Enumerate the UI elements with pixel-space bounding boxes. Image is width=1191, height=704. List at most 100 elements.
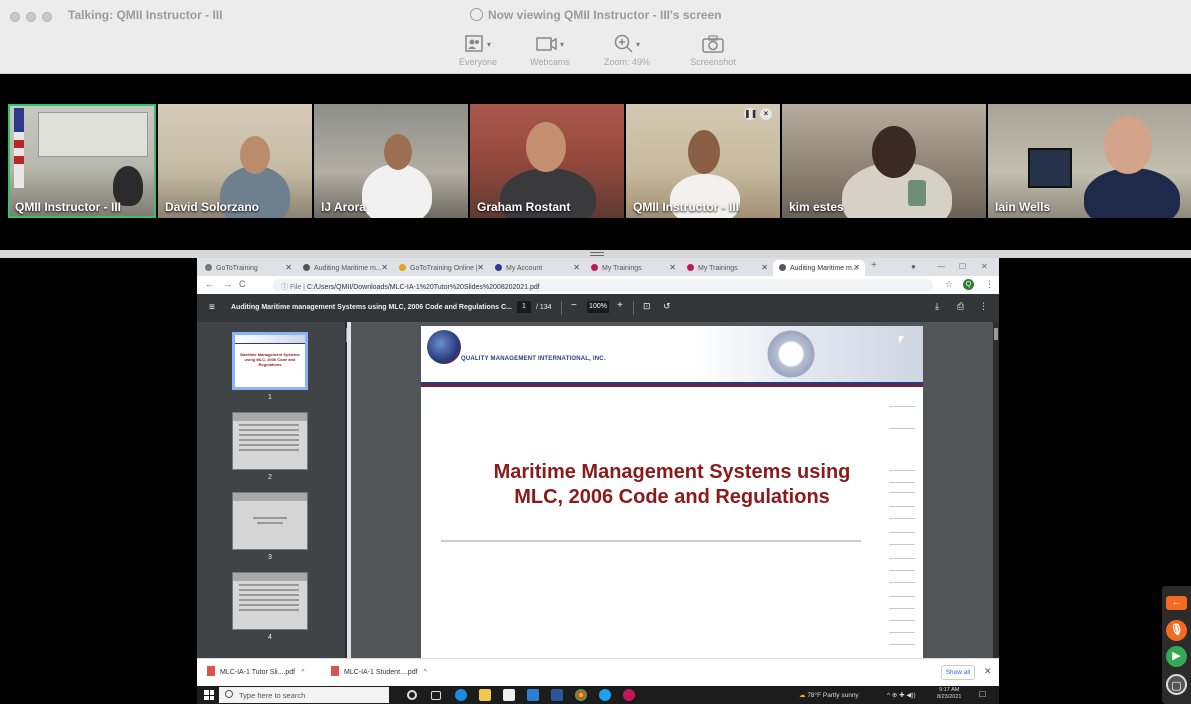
close-window-button[interactable] [10, 12, 20, 22]
microphone-icon[interactable]: 🎙 [1166, 620, 1187, 641]
zoom-button[interactable]: ▾ Zoom: 49% [592, 33, 662, 67]
zoom-window-button[interactable] [42, 12, 52, 22]
weather-widget[interactable]: ☁ 78°F Partly sunny [799, 691, 859, 699]
record-icon[interactable]: ● [911, 262, 916, 271]
gototraining-icon[interactable] [623, 689, 635, 701]
more-icon[interactable]: ⋮ [985, 279, 994, 290]
windows-start-icon[interactable] [204, 690, 214, 700]
gototraining-icon [399, 264, 406, 271]
system-tray-icons[interactable]: ^ ⊕ ✚ ◀)) [887, 691, 916, 699]
webcam-tile[interactable]: ❚❚ × QMII Instructor - III [626, 104, 780, 218]
zoom-in-icon[interactable]: + [617, 300, 623, 311]
taskbar-search-input[interactable]: Type here to search [219, 687, 389, 703]
print-icon[interactable]: ⎙ [957, 301, 964, 312]
edge-icon[interactable] [455, 689, 467, 701]
page-number-input[interactable]: 1 [517, 301, 531, 313]
window-title: Talking: QMII Instructor - III [68, 8, 223, 22]
webcams-button[interactable]: ▾ Webcams [515, 33, 585, 67]
star-icon[interactable]: ☆ [945, 279, 953, 290]
close-icon[interactable]: ✕ [981, 262, 988, 271]
minimize-icon[interactable]: — [937, 262, 945, 271]
menu-icon[interactable]: ≡ [209, 302, 215, 313]
viewer-scrollbar[interactable] [993, 322, 999, 658]
webcam-tile[interactable]: Graham Rostant [470, 104, 624, 218]
close-tab-icon[interactable]: ✕ [573, 263, 580, 272]
webcam-tile[interactable]: kim estes [782, 104, 986, 218]
head-shape [688, 130, 720, 174]
sidebar-scrollbar[interactable] [345, 322, 347, 658]
download-icon[interactable]: ⤓ [935, 301, 939, 312]
close-tab-icon[interactable]: ✕ [853, 263, 860, 272]
task-view-icon[interactable] [431, 691, 441, 700]
close-tab-icon[interactable]: ✕ [477, 263, 484, 272]
screenshot-button[interactable]: Screenshot [678, 33, 748, 67]
tab-gototraining[interactable]: GoToTraining ✕ [199, 260, 297, 276]
more-icon[interactable]: ⋮ [979, 301, 988, 312]
clock[interactable]: 9:17 AM 8/23/2021 [937, 687, 961, 701]
store-icon[interactable] [503, 689, 515, 701]
zoom-input[interactable]: 100% [587, 301, 609, 313]
forward-icon[interactable]: → [223, 279, 232, 289]
tab-auditing[interactable]: Auditing Maritime m... ✕ [297, 260, 393, 276]
word-icon[interactable] [551, 689, 563, 701]
thumbnail-number: 4 [268, 634, 272, 641]
notifications-icon[interactable]: ☐ [979, 690, 986, 699]
page-thumbnail[interactable]: Maritime Management Systems using MLC, 2… [232, 332, 308, 390]
download-item[interactable]: MLC-IA-1 Tutor Sli....pdf ^ [207, 666, 304, 676]
chevron-up-icon[interactable]: ^ [301, 669, 304, 676]
webcam-icon[interactable]: ▶ [1166, 646, 1187, 667]
windows-taskbar: Type here to search ☁ 78°F Partly sunny … [197, 686, 999, 704]
chrome-icon[interactable] [575, 689, 587, 701]
minimize-window-button[interactable] [26, 12, 36, 22]
app-root: Talking: QMII Instructor - III Now viewi… [0, 0, 1191, 704]
webcam-tile[interactable]: David Solorzano [158, 104, 312, 218]
cortana-icon[interactable] [407, 690, 417, 700]
tab-auditing-active[interactable]: Auditing Maritime m... ✕ [773, 260, 865, 276]
address-input[interactable]: ⓘ File | C:/Users/QMII/Downloads/MLC-IA-… [273, 279, 933, 292]
show-all-button[interactable]: Show all [941, 665, 975, 680]
mail-icon[interactable] [527, 689, 539, 701]
zoom-out-icon[interactable]: − [571, 300, 577, 311]
globe-icon [303, 264, 310, 271]
file-explorer-icon[interactable] [479, 689, 491, 701]
download-item[interactable]: MLC-IA-1 Student....pdf ^ [331, 666, 427, 676]
thumbnail-number: 3 [268, 554, 272, 561]
thumb-title: Maritime Management Systems using MLC, 2… [240, 352, 300, 367]
participant-name: Graham Rostant [477, 200, 571, 214]
page-thumbnail[interactable] [232, 572, 308, 630]
close-tab-icon[interactable]: ✕ [761, 263, 768, 272]
close-icon[interactable]: ✕ [984, 666, 992, 677]
webcam-tile[interactable]: Iain Wells [988, 104, 1191, 218]
pause-icon[interactable]: ❚❚ [744, 108, 757, 120]
maximize-icon[interactable]: ☐ [959, 262, 966, 271]
back-icon[interactable]: ← [205, 279, 214, 289]
close-tab-icon[interactable]: ✕ [381, 263, 388, 272]
tab-my-trainings-2[interactable]: My Trainings ✕ [681, 260, 773, 276]
arrow-left-icon[interactable]: ← [1166, 596, 1187, 610]
everyone-button[interactable]: ▾ Everyone [443, 33, 513, 67]
header-rule [421, 385, 923, 387]
close-tab-icon[interactable]: ✕ [285, 263, 292, 272]
picture-frame-shape [1028, 148, 1072, 188]
person-shape [362, 164, 432, 218]
screen-icon[interactable]: ▢ [1166, 674, 1187, 695]
rotate-icon[interactable]: ↺ [663, 301, 671, 312]
page-thumbnail[interactable] [232, 412, 308, 470]
webcam-tile[interactable]: IJ Arora [314, 104, 468, 218]
resize-divider[interactable] [0, 250, 1191, 258]
page-thumbnail[interactable] [232, 492, 308, 550]
webcam-tile[interactable]: QMII Instructor - III [8, 104, 156, 218]
app-icon[interactable] [599, 689, 611, 701]
close-tab-icon[interactable]: ✕ [669, 263, 676, 272]
reload-icon[interactable]: C [239, 279, 246, 289]
close-icon[interactable]: × [760, 108, 772, 120]
fit-page-icon[interactable]: ⊡ [643, 301, 651, 312]
tab-gototraining-online[interactable]: GoToTraining Online | ✕ [393, 260, 489, 276]
tab-my-account[interactable]: My Account ✕ [489, 260, 585, 276]
tab-my-trainings[interactable]: My Trainings ✕ [585, 260, 681, 276]
profile-avatar[interactable]: Q [963, 279, 974, 290]
trainings-icon [591, 264, 598, 271]
new-tab-button[interactable]: + [871, 260, 877, 271]
slide-title-line: Maritime Management Systems using [493, 461, 851, 483]
chevron-up-icon[interactable]: ^ [424, 669, 427, 676]
